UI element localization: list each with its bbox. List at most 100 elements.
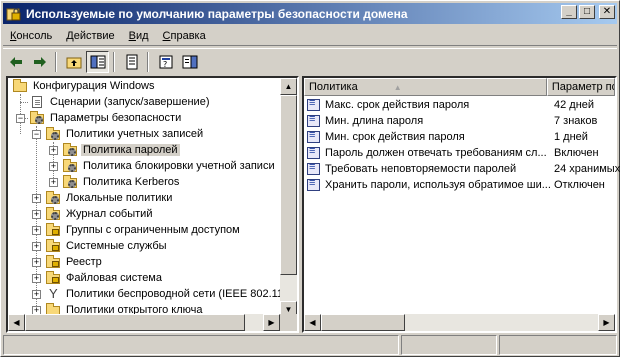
security-folder-icon: [62, 175, 78, 189]
status-cell: [401, 335, 497, 355]
maximize-button[interactable]: □: [579, 5, 595, 19]
list-item[interactable]: Пароль должен отвечать требованиям сл...…: [306, 145, 620, 161]
scroll-right-icon: ▶: [603, 318, 610, 327]
maximize-icon: □: [583, 6, 591, 17]
tree-expander-local-policies[interactable]: +: [32, 194, 41, 203]
list-item[interactable]: Макс. срок действия пароля 42 дней: [306, 97, 620, 113]
tree-expander-restricted-groups[interactable]: +: [32, 226, 41, 235]
policy-setting-icon: [306, 145, 322, 160]
minimize-button[interactable]: _: [561, 5, 577, 19]
list-item[interactable]: Мин. длина пароля 7 знаков: [306, 113, 620, 129]
title-bar[interactable]: Используемые по умолчанию параметры безо…: [3, 3, 617, 24]
show-hide-tree-button[interactable]: [86, 50, 109, 73]
scroll-thumb[interactable]: [321, 314, 405, 331]
tree-expander-kerberos-policy[interactable]: +: [49, 178, 58, 187]
tree-item-wireless-policies[interactable]: Y Политики беспроводной сети (IEEE 802.1…: [45, 286, 280, 302]
mmc-window: Используемые по умолчанию параметры безо…: [0, 0, 620, 357]
policy-setting-icon: [306, 97, 322, 112]
security-folder-icon: [45, 207, 61, 221]
policy-setting-icon: [306, 161, 322, 176]
menu-help[interactable]: Справка: [156, 30, 213, 42]
tree-expander-security-settings[interactable]: −: [16, 114, 25, 123]
tree-item-kerberos-policy[interactable]: Политика Kerberos: [62, 174, 181, 190]
policy-setting-icon: [306, 113, 322, 128]
details-pane: Политика ▲ Параметр пол Макс. срок дейст…: [302, 76, 620, 333]
toolbar-separator: [113, 51, 115, 72]
security-folder-icon: [45, 255, 61, 269]
scroll-corner: [280, 314, 297, 331]
menu-action[interactable]: Действие: [59, 30, 121, 42]
svg-text:?: ?: [163, 60, 167, 69]
tree-item-file-system[interactable]: Файловая система: [45, 270, 164, 286]
menu-console[interactable]: Консоль: [3, 30, 59, 42]
forward-button[interactable]: [28, 51, 51, 73]
security-folder-icon: [45, 127, 61, 141]
scroll-left-button[interactable]: ◀: [8, 314, 25, 331]
tree-item-account-policies[interactable]: Политики учетных записей: [45, 126, 205, 142]
security-settings-icon: [29, 111, 45, 125]
menu-view[interactable]: Вид: [122, 30, 156, 42]
tree-item-windows-config[interactable]: Конфигурация Windows: [12, 78, 157, 94]
help-button[interactable]: [178, 51, 201, 73]
policy-setting-icon: [306, 177, 322, 192]
tree-connector: [36, 126, 37, 316]
security-folder-icon: [45, 223, 61, 237]
tree-expander-system-services[interactable]: +: [32, 242, 41, 251]
toolbar-separator: [147, 51, 149, 72]
menu-bar: Консоль Действие Вид Справка: [3, 26, 617, 46]
tree-connector: [20, 102, 28, 103]
tree-item-local-policies[interactable]: Локальные политики: [45, 190, 174, 206]
status-bar: [3, 335, 617, 355]
properties-button[interactable]: ?: [154, 51, 177, 73]
tree-expander-account-policies[interactable]: −: [32, 130, 41, 139]
show-hide-tree-icon: [90, 55, 105, 68]
tree-expander-event-log[interactable]: +: [32, 210, 41, 219]
scroll-thumb[interactable]: [25, 314, 245, 331]
tree-item-event-log[interactable]: Журнал событий: [45, 206, 154, 222]
tree-expander-registry[interactable]: +: [32, 258, 41, 267]
scroll-thumb[interactable]: [280, 95, 297, 275]
scroll-left-icon: ◀: [13, 318, 20, 327]
security-folder-icon: [62, 159, 78, 173]
list-item[interactable]: Требовать неповторяемости паролей 24 хра…: [306, 161, 620, 177]
tree-item-security-settings[interactable]: Параметры безопасности: [29, 110, 183, 126]
tree-horizontal-scrollbar[interactable]: ◀ ▶: [8, 314, 280, 331]
tree-item-system-services[interactable]: Системные службы: [45, 238, 169, 254]
scroll-up-icon: ▲: [284, 82, 293, 91]
tree-expander-file-system[interactable]: +: [32, 274, 41, 283]
scroll-up-button[interactable]: ▲: [280, 78, 297, 95]
scroll-right-button[interactable]: ▶: [263, 314, 280, 331]
list-horizontal-scrollbar[interactable]: ◀ ▶: [304, 314, 615, 331]
security-folder-icon: [45, 271, 61, 285]
properties-icon: ?: [159, 55, 172, 69]
list-item[interactable]: Мин. срок действия пароля 1 дней: [306, 129, 620, 145]
close-button[interactable]: ✕: [599, 5, 615, 19]
toolbar-separator: [55, 51, 57, 72]
export-list-button[interactable]: [120, 51, 143, 73]
tree-vertical-scrollbar[interactable]: ▲ ▼: [280, 78, 297, 318]
list-item[interactable]: Хранить пароли, используя обратимое ши..…: [306, 177, 620, 193]
tree-item-restricted-groups[interactable]: Группы с ограниченным доступом: [45, 222, 242, 238]
column-header-setting[interactable]: Параметр пол: [546, 78, 615, 96]
window-title: Используемые по умолчанию параметры безо…: [26, 6, 408, 21]
status-cell: [3, 335, 399, 355]
script-doc-icon: [29, 95, 45, 109]
back-button[interactable]: [4, 51, 27, 73]
security-app-icon: [6, 6, 22, 22]
scroll-right-icon: ▶: [268, 318, 275, 327]
tree-item-registry[interactable]: Реестр: [45, 254, 104, 270]
folder-icon: [12, 79, 28, 93]
close-icon: ✕: [602, 6, 612, 17]
tree-item-scripts[interactable]: Сценарии (запуск/завершение): [29, 94, 211, 110]
column-header-policy[interactable]: Политика ▲: [304, 78, 547, 96]
antenna-icon: Y: [49, 286, 58, 301]
scroll-left-button[interactable]: ◀: [304, 314, 321, 331]
tree-expander-password-policy[interactable]: +: [49, 146, 58, 155]
tree-expander-wireless-policies[interactable]: +: [32, 290, 41, 299]
scroll-right-button[interactable]: ▶: [598, 314, 615, 331]
tree-item-lockout-policy[interactable]: Политика блокировки учетной записи: [62, 158, 277, 174]
tree-expander-lockout-policy[interactable]: +: [49, 162, 58, 171]
back-arrow-icon: [9, 56, 22, 67]
tree-item-password-policy[interactable]: Политика паролей: [62, 142, 180, 158]
up-one-level-button[interactable]: [62, 51, 85, 73]
